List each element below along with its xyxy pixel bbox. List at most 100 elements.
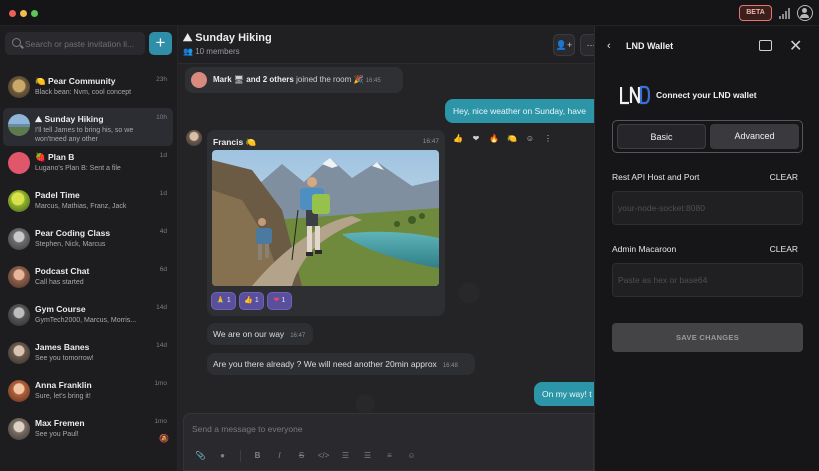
room-name: James Banes: [35, 342, 90, 352]
room-preview: GymTech2000, Marcus, Morris...: [35, 317, 137, 324]
room-avatar: [8, 266, 30, 288]
incoming-message[interactable]: We are on our way 16:47: [207, 323, 313, 345]
message-time: 16:48: [442, 363, 458, 369]
hiking-photo[interactable]: [212, 150, 439, 286]
tab-advanced[interactable]: Advanced: [710, 124, 799, 149]
room-item[interactable]: Anna Franklin Sure, let's bring it! 1mo: [3, 374, 173, 412]
folder-icon[interactable]: [759, 40, 772, 51]
composer-toolbar: 📎 ● B I S </> ☰ ☰ ≡ ☺: [192, 449, 425, 463]
heart-icon[interactable]: ❤: [467, 129, 485, 149]
room-name: Gym Course: [35, 304, 86, 314]
host-input[interactable]: [618, 192, 798, 224]
app-window: BETA + 🍋 Pear Community Black bean: Nvm,…: [0, 0, 819, 471]
join-name: Mark: [213, 75, 232, 84]
bullet-list-icon[interactable]: ☰: [359, 449, 376, 463]
minimize-window-button[interactable]: [20, 10, 27, 17]
room-time: 23h: [156, 76, 167, 83]
host-field[interactable]: [612, 191, 803, 225]
room-preview: Black bean: Nvm, cool concept: [35, 89, 132, 96]
room-time: 10h: [156, 114, 167, 121]
reaction-chip[interactable]: 🙏 1: [211, 292, 236, 310]
room-avatar: [8, 342, 30, 364]
tab-basic[interactable]: Basic: [617, 124, 706, 149]
reaction-chip[interactable]: 👍 1: [239, 292, 264, 310]
add-member-icon[interactable]: 👤+: [553, 34, 575, 56]
room-avatar: [8, 114, 30, 136]
reaction-count: 1: [254, 297, 259, 304]
avatar: [191, 72, 207, 88]
room-name: Padel Time: [35, 190, 80, 200]
join-others: and 2 others: [246, 75, 294, 84]
room-time: 1d: [159, 152, 167, 159]
reaction-emoji: 🙏: [216, 297, 225, 304]
muted-icon: 🔕: [159, 434, 169, 443]
close-icon[interactable]: ✕: [789, 36, 802, 56]
message-time: 16:47: [290, 333, 306, 339]
room-avatar: [8, 76, 30, 98]
maximize-window-button[interactable]: [31, 10, 38, 17]
room-preview: Sure, let's bring it!: [35, 393, 91, 400]
macaroon-input[interactable]: [618, 264, 798, 296]
room-preview: See you tomorrow!: [35, 355, 94, 362]
clear-host-button[interactable]: CLEAR: [770, 172, 798, 182]
strikethrough-icon[interactable]: S: [293, 449, 310, 463]
more-icon[interactable]: ⋯: [580, 34, 594, 56]
room-item[interactable]: ⛰ Sunday Hiking I'll tell James to bring…: [3, 108, 173, 146]
fire-icon[interactable]: 🔥: [485, 129, 503, 149]
room-item[interactable]: Max Fremen See you Paul! 1mo 🔕: [3, 412, 173, 450]
room-item[interactable]: James Banes See you tomorrow! 14d: [3, 336, 173, 374]
room-avatar: [8, 190, 30, 212]
member-count-text: 10 members: [195, 47, 240, 56]
lnd-logo-icon: [620, 85, 650, 105]
back-icon[interactable]: ‹: [607, 40, 611, 52]
reaction-count: 1: [281, 297, 286, 304]
avatar[interactable]: [186, 130, 202, 146]
emoji-icon[interactable]: ☺: [521, 129, 539, 149]
beta-badge[interactable]: BETA: [739, 5, 772, 21]
room-item[interactable]: Podcast Chat Call has started 6d: [3, 260, 173, 298]
room-avatar: [8, 380, 30, 402]
room-time: 4d: [159, 228, 167, 235]
bold-icon[interactable]: B: [249, 449, 266, 463]
room-item[interactable]: Gym Course GymTech2000, Marcus, Morris..…: [3, 298, 173, 336]
code-icon[interactable]: </>: [315, 449, 332, 463]
outgoing-message[interactable]: On my way! t: [534, 382, 594, 406]
lemon-icon[interactable]: 🍋: [503, 129, 521, 149]
member-count[interactable]: 👥 10 members: [183, 47, 240, 56]
gif-icon[interactable]: ●: [214, 449, 231, 463]
quote-icon[interactable]: ≡: [381, 449, 398, 463]
thumbs-up-icon[interactable]: 👍: [449, 129, 467, 149]
outgoing-message[interactable]: Hey, nice weather on Sunday, have: [445, 99, 594, 123]
room-name: 🍋 Pear Community: [35, 76, 116, 86]
room-name: 🍓 Plan B: [35, 152, 75, 162]
room-item[interactable]: 🍓 Plan B Lugano's Plan B: Sent a file 1d: [3, 146, 173, 184]
attach-icon[interactable]: 📎: [192, 449, 209, 463]
divider: [240, 450, 241, 462]
profile-icon[interactable]: [797, 5, 813, 21]
room-item[interactable]: Padel Time Marcus, Mathias, Franz, Jack …: [3, 184, 173, 222]
reaction-emoji: ❤: [273, 297, 280, 304]
clear-macaroon-button[interactable]: CLEAR: [770, 244, 798, 254]
emoji-icon[interactable]: ☺: [403, 449, 420, 463]
ordered-list-icon[interactable]: ☰: [337, 449, 354, 463]
more-options-icon[interactable]: ⋮: [539, 129, 557, 149]
search-input[interactable]: [25, 32, 143, 55]
macaroon-field[interactable]: [612, 263, 803, 297]
search-box[interactable]: [5, 32, 145, 55]
italic-icon[interactable]: I: [271, 449, 288, 463]
incoming-message[interactable]: Francis 🍋 16:47 🙏 1 👍 1 ❤ 1: [207, 130, 445, 316]
room-title[interactable]: ⛰ Sunday Hiking: [183, 32, 272, 45]
room-time: 14d: [156, 342, 167, 349]
room-item[interactable]: Pear Coding Class Stephen, Nick, Marcus …: [3, 222, 173, 260]
save-changes-button[interactable]: SAVE CHANGES: [612, 323, 803, 352]
panel-title: LND Wallet: [626, 41, 674, 51]
close-window-button[interactable]: [9, 10, 16, 17]
room-avatar: [8, 304, 30, 326]
message-input[interactable]: [192, 421, 572, 437]
reaction-chip[interactable]: ❤ 1: [267, 292, 292, 310]
room-preview: Call has started: [35, 279, 84, 286]
incoming-message[interactable]: Are you there already ? We will need ano…: [207, 353, 475, 375]
room-item[interactable]: 🍋 Pear Community Black bean: Nvm, cool c…: [3, 70, 173, 108]
room-preview: Lugano's Plan B: Sent a file: [35, 165, 121, 172]
add-room-button[interactable]: +: [149, 32, 172, 55]
